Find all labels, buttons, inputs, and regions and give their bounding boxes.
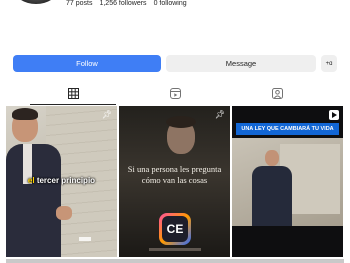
tab-reels[interactable] [155,84,195,102]
tab-posts[interactable] [53,84,93,102]
followers-count[interactable]: 1,256 followers [99,0,146,7]
app-logo-icon: CE [159,213,191,245]
reel-icon [329,110,339,120]
post-caption: el tercer principio [6,176,117,185]
message-button[interactable]: Message [166,55,316,72]
tab-tagged[interactable] [257,84,297,102]
speaker-hair [12,108,38,120]
posts-grid: el tercer principio 📌︎ Si una persona le… [6,106,344,263]
reels-icon [169,87,181,99]
tagged-icon [271,87,283,99]
pin-icon: 📌︎ [214,110,225,119]
post-tile[interactable]: UNA LEY QUE CAMBIARÁ TU VIDA [232,106,343,257]
watermark [79,237,91,241]
pin-icon: 📌︎ [101,110,112,119]
avatar[interactable] [14,0,58,4]
posts-count[interactable]: 77 posts [66,0,92,7]
post-banner: UNA LEY QUE CAMBIARÁ TU VIDA [236,123,339,135]
active-tab-indicator [30,104,116,105]
following-count[interactable]: 0 following [154,0,187,7]
post-tile[interactable]: el tercer principio 📌︎ [6,106,117,257]
caption-text: tercer principio [34,176,96,185]
post-tile[interactable]: Si una persona les pregunta cómo van las… [119,106,230,257]
logo-text: CE [162,216,188,242]
speaker-figure [6,144,61,257]
logo-subtitle [149,248,201,251]
post-caption: Si una persona les pregunta cómo van las… [127,164,222,185]
speaker-figure [252,166,292,226]
follow-button[interactable]: Follow [13,55,161,72]
speaker-hand [56,206,72,220]
grid-icon [67,87,79,99]
profile-stats: 77 posts 1,256 followers 0 following [66,0,187,7]
speaker-face [265,150,279,166]
suggest-button[interactable]: +ɑ [321,55,337,72]
profile-tabs [0,80,350,106]
next-row-preview [6,259,344,263]
caption-highlight: el [27,176,35,185]
speaker-hair [166,116,196,128]
